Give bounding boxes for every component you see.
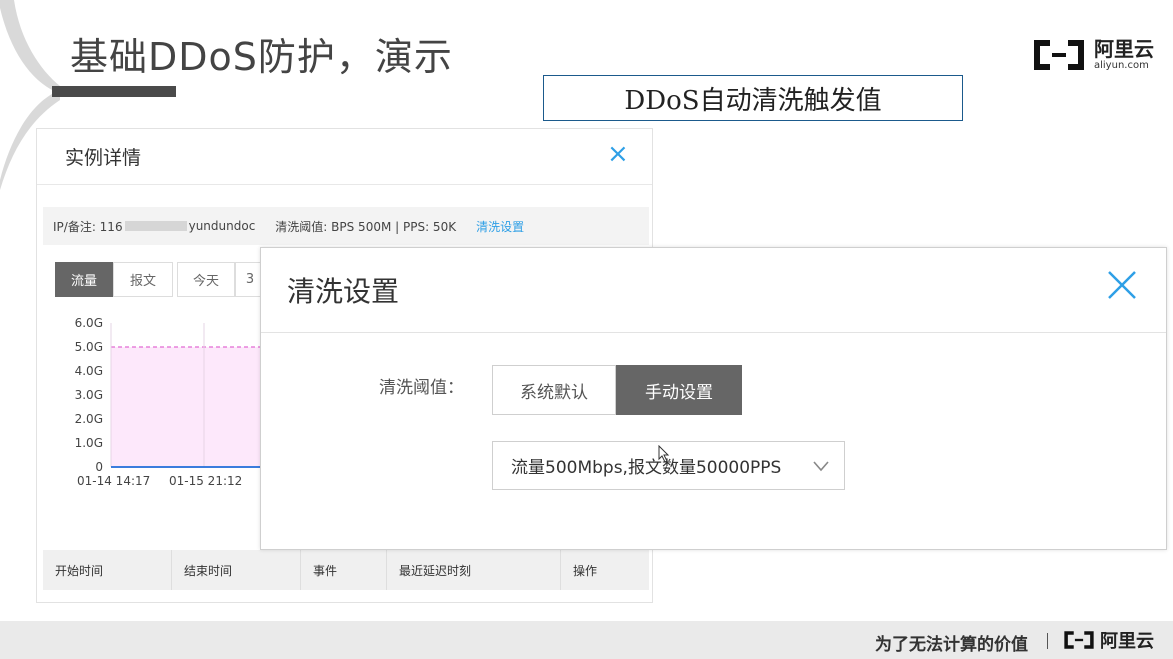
ip-remark: yundundoc (188, 219, 256, 233)
divider (37, 184, 652, 185)
close-icon[interactable] (1105, 268, 1139, 302)
mouse-cursor-icon (658, 445, 670, 463)
instance-info-bar: IP/备注: 116 yundundoc 清洗阈值: BPS 500M | PP… (43, 207, 649, 245)
divider (261, 332, 1166, 333)
aliyun-logo-icon (1034, 40, 1084, 70)
footer-brand: 阿里云 (1062, 627, 1154, 653)
y-tick-label: 0 (95, 460, 103, 474)
col-start-time: 开始时间 (43, 550, 172, 590)
x-tick-label: 01-15 21:12 (169, 474, 242, 488)
threshold-field-label: 清洗阈值： (379, 378, 464, 398)
brand-logo: 阿里云 aliyun.com (1030, 36, 1154, 74)
callout-text: DDoS自动清洗触发值 (624, 85, 882, 116)
threshold-select-value: 流量500Mbps,报文数量50000PPS (511, 458, 782, 478)
aliyun-logo-icon (1064, 631, 1094, 649)
cleaning-settings-modal: 清洗设置 清洗阈值： 系统默认 手动设置 流量500Mbps,报文数量50000… (260, 247, 1167, 550)
decorative-bar (52, 86, 176, 97)
panel-title: 实例详情 (65, 147, 142, 169)
tab-packets[interactable]: 报文 (113, 262, 173, 297)
close-icon[interactable]: × (607, 139, 629, 169)
y-tick-label: 3.0G (75, 388, 103, 402)
y-tick-label: 1.0G (75, 436, 103, 450)
threshold-mode-toggle: 系统默认 手动设置 (492, 365, 742, 415)
divider (1047, 633, 1048, 649)
x-tick-label: 01-14 14:17 (77, 474, 150, 488)
tab-traffic[interactable]: 流量 (55, 262, 113, 297)
slide-title: 基础DDoS防护，演示 (70, 35, 453, 79)
y-tick-label: 6.0G (75, 316, 103, 330)
y-tick-label: 4.0G (75, 364, 103, 378)
threshold-text: 清洗阈值: BPS 500M | PPS: 50K (275, 219, 457, 234)
redacted-ip (124, 221, 187, 231)
brand-name: 阿里云 (1094, 37, 1154, 61)
col-actions: 操作 (573, 563, 598, 578)
manual-setting-button[interactable]: 手动设置 (616, 365, 742, 415)
chevron-down-icon (813, 461, 829, 472)
chart-tabs: 流量 报文 今天 3 (55, 262, 265, 297)
col-end-time: 结束时间 (172, 550, 301, 590)
system-default-button[interactable]: 系统默认 (492, 365, 616, 415)
col-latest-delay: 最近延迟时刻 (387, 550, 561, 590)
events-table-header: 开始时间 结束时间 事件 最近延迟时刻 操作 (43, 550, 649, 590)
footer-slogan: 为了无法计算的价值 (875, 635, 1028, 655)
y-tick-label: 5.0G (75, 340, 103, 354)
y-tick-label: 2.0G (75, 412, 103, 426)
brand-domain: aliyun.com (1094, 60, 1149, 71)
modal-title: 清洗设置 (287, 275, 400, 308)
cleaning-settings-link[interactable]: 清洗设置 (476, 218, 524, 235)
tab-today[interactable]: 今天 (177, 262, 235, 297)
col-event: 事件 (301, 550, 387, 590)
ip-label: IP/备注: 116 (53, 219, 123, 234)
callout-box: DDoS自动清洗触发值 (543, 75, 963, 121)
footer-bar: 为了无法计算的价值 阿里云 (0, 621, 1173, 659)
footer-brand-name: 阿里云 (1100, 631, 1154, 652)
slide: 基础DDoS防护，演示 DDoS自动清洗触发值 阿里云 aliyun.com 实… (0, 0, 1173, 659)
